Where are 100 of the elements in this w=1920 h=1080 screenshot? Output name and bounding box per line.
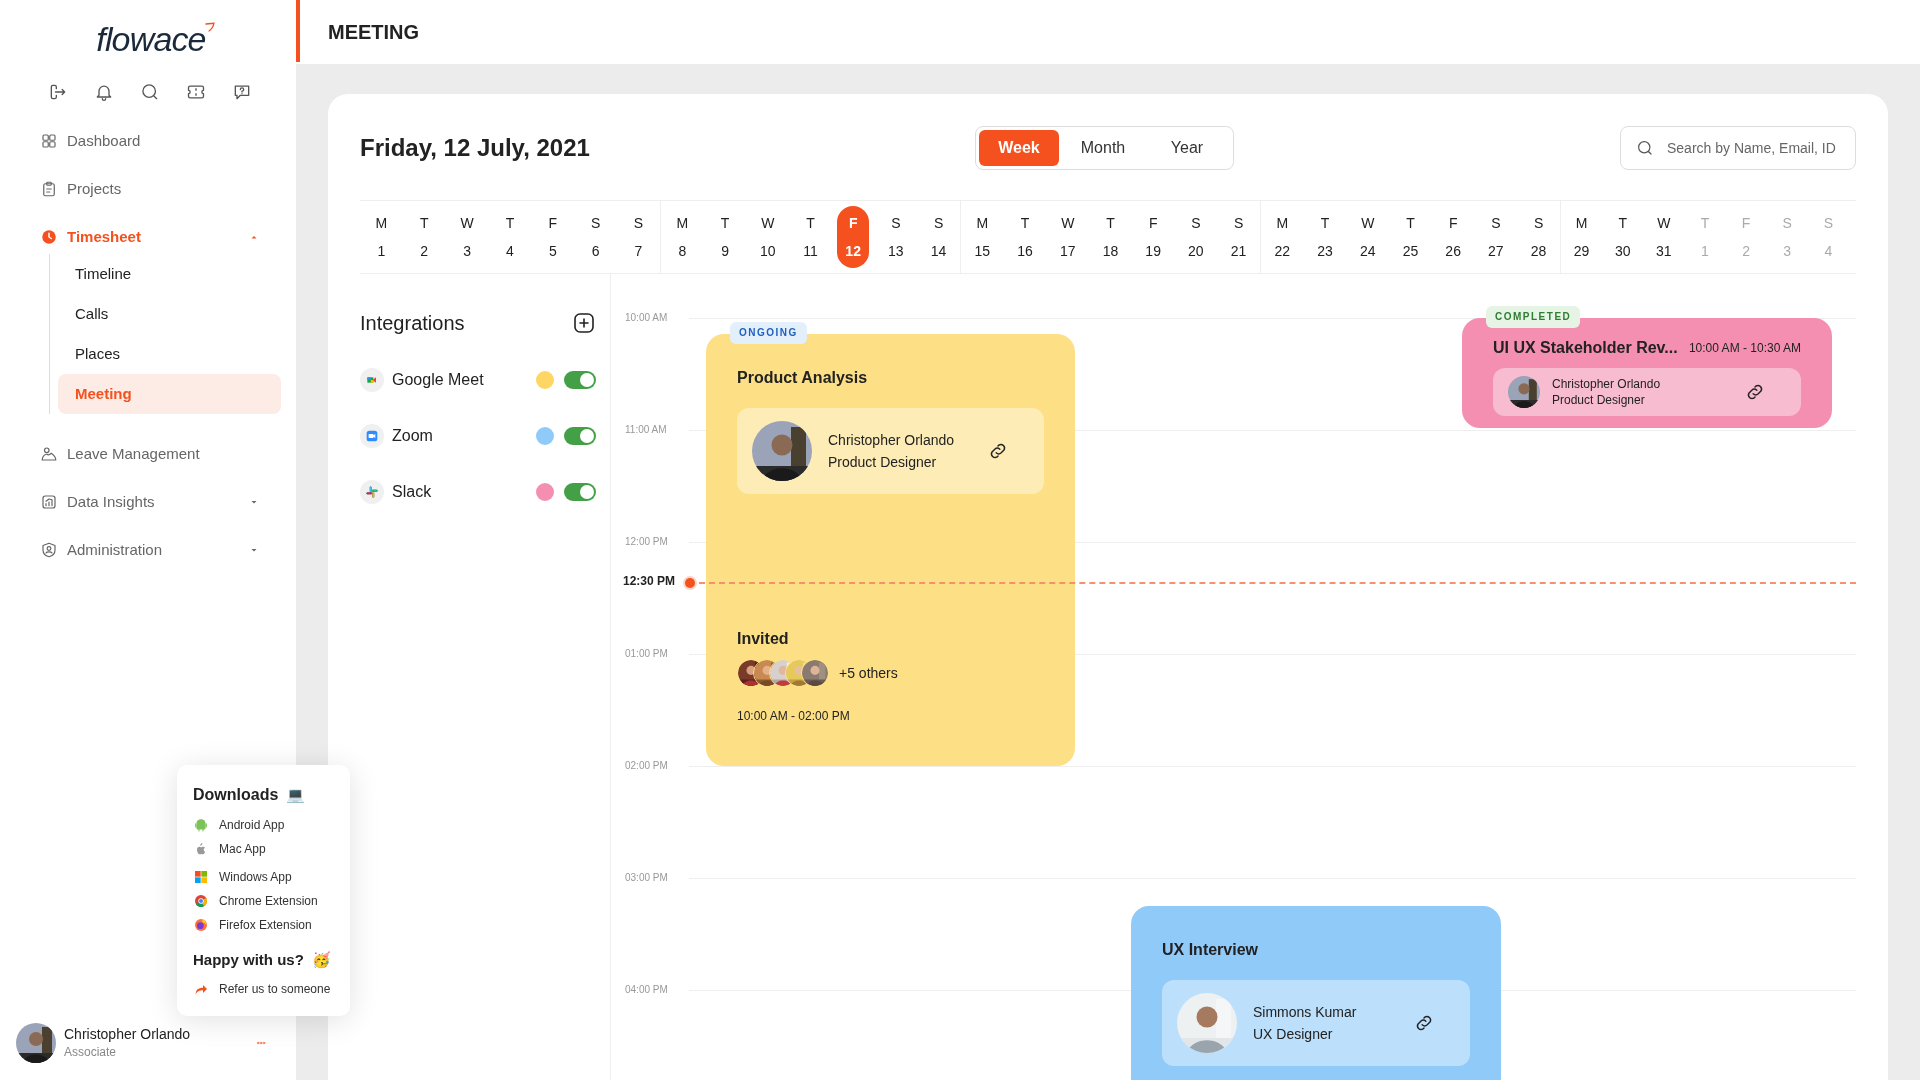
calendar-day[interactable]: T 16 bbox=[1009, 206, 1042, 268]
calendar-day[interactable]: S 13 bbox=[879, 206, 912, 268]
calendar-day[interactable]: M 8 bbox=[666, 206, 699, 268]
event-title: UX Interview bbox=[1162, 940, 1259, 960]
android-icon bbox=[193, 817, 209, 833]
download-link[interactable]: Windows App bbox=[193, 865, 334, 889]
calendar-day[interactable]: T 9 bbox=[709, 206, 742, 268]
calendar-day[interactable]: T 18 bbox=[1094, 206, 1127, 268]
nav-icon bbox=[40, 228, 58, 246]
nav-icon bbox=[40, 180, 58, 198]
person-name: Simmons Kumar bbox=[1253, 1003, 1357, 1022]
party-emoji: 🥳 bbox=[311, 950, 331, 970]
refer-link[interactable]: Refer us to someone bbox=[193, 975, 334, 1002]
chrome-icon bbox=[193, 893, 209, 909]
sidebar-item[interactable]: Projects bbox=[0, 165, 296, 213]
calendar-day[interactable]: S 27 bbox=[1479, 206, 1512, 268]
logout-icon[interactable] bbox=[48, 82, 68, 102]
add-icon[interactable] bbox=[572, 311, 596, 335]
invited-title: Invited bbox=[737, 629, 790, 649]
status-badge: COMPLETED bbox=[1486, 306, 1581, 328]
calendar-day[interactable]: S 7 bbox=[622, 206, 655, 268]
view-tab[interactable]: Month bbox=[1063, 130, 1143, 166]
current-time-label: 12:30 PM bbox=[623, 575, 676, 587]
event-time: 10:00 AM - 02:00 PM bbox=[737, 708, 851, 725]
windows-icon bbox=[193, 869, 209, 885]
calendar-day[interactable]: T 11 bbox=[794, 206, 827, 268]
calendar-day[interactable]: S 6 bbox=[579, 206, 612, 268]
sidebar-subitem[interactable]: Places bbox=[58, 334, 281, 374]
popup-title: Downloads bbox=[193, 785, 279, 805]
event-title: Product Analysis bbox=[737, 368, 868, 388]
calendar-day[interactable]: S 21 bbox=[1222, 206, 1255, 268]
integration-name: Zoom bbox=[392, 426, 433, 446]
person-name: Christopher Orlando bbox=[1552, 376, 1661, 392]
popup-title: Happy with us? bbox=[193, 950, 304, 970]
download-link[interactable]: Android App bbox=[193, 813, 334, 837]
time-label: 12:00 PM bbox=[625, 537, 668, 547]
calendar-day[interactable]: W 3 bbox=[451, 206, 484, 268]
calendar-day[interactable]: F 19 bbox=[1137, 206, 1170, 268]
nav-icon bbox=[40, 541, 58, 559]
calendar-day[interactable]: M 22 bbox=[1266, 206, 1299, 268]
sidebar-item[interactable]: Dashboard bbox=[0, 117, 296, 165]
calendar-day[interactable]: W 24 bbox=[1351, 206, 1384, 268]
calendar-day[interactable]: T 4 bbox=[493, 206, 526, 268]
view-tab[interactable]: Year bbox=[1147, 130, 1227, 166]
person-role: Product Designer bbox=[1552, 392, 1646, 408]
sidebar-item[interactable]: Data Insights bbox=[0, 478, 296, 526]
event-time: 10:00 AM - 10:30 AM bbox=[1688, 340, 1801, 357]
section-title: Integrations bbox=[360, 311, 465, 336]
calendar-day[interactable]: M 1 bbox=[365, 206, 398, 268]
toggle-switch[interactable] bbox=[564, 483, 596, 501]
event-title: UI UX Stakeholder Rev... bbox=[1493, 338, 1678, 358]
calendar-day[interactable]: T 2 bbox=[408, 206, 441, 268]
time-label: 11:00 AM bbox=[625, 425, 667, 435]
calendar-day[interactable]: W 17 bbox=[1051, 206, 1084, 268]
time-label: 01:00 PM bbox=[625, 649, 668, 659]
logo: flowace bbox=[96, 18, 206, 60]
download-link[interactable]: Chrome Extension bbox=[193, 889, 334, 913]
accent-bar bbox=[296, 0, 300, 62]
download-link[interactable]: Mac App bbox=[193, 837, 334, 861]
logo-swoosh-icon bbox=[203, 20, 216, 34]
event-card[interactable]: UX Interview Simmons Kumar UX Designer bbox=[1131, 906, 1501, 1080]
download-link[interactable]: Firefox Extension bbox=[193, 913, 334, 937]
laptop-emoji: 💻 bbox=[286, 784, 306, 805]
integration-name: Slack bbox=[392, 482, 432, 502]
person-role: UX Designer bbox=[1253, 1025, 1334, 1044]
calendar-day[interactable]: M 29 bbox=[1565, 206, 1598, 268]
search-icon bbox=[1636, 139, 1654, 157]
time-label: 10:00 AM bbox=[625, 313, 668, 323]
toggle-switch[interactable] bbox=[564, 427, 596, 445]
invited-count: +5 others bbox=[839, 663, 898, 683]
calendar-day[interactable]: T 25 bbox=[1394, 206, 1427, 268]
page-title: MEETING bbox=[328, 20, 420, 45]
calendar-day[interactable]: W 31 bbox=[1647, 206, 1680, 268]
calendar-day[interactable]: M 15 bbox=[966, 206, 999, 268]
search-icon[interactable] bbox=[140, 82, 160, 102]
sidebar-subitem[interactable]: Calls bbox=[58, 294, 281, 334]
search-field[interactable]: Search by Name, Email, ID bbox=[1620, 126, 1856, 170]
sidebar-item[interactable]: Leave Management bbox=[0, 430, 296, 478]
status-badge: ONGOING bbox=[730, 322, 807, 344]
nav-icon bbox=[40, 445, 58, 463]
time-label: 03:00 PM bbox=[625, 873, 668, 883]
firefox-icon bbox=[193, 917, 209, 933]
time-label: 04:00 PM bbox=[625, 985, 668, 995]
date-title: Friday, 12 July, 2021 bbox=[360, 133, 590, 163]
calendar-day[interactable]: S 28 bbox=[1522, 206, 1555, 268]
time-label: 02:00 PM bbox=[625, 761, 668, 771]
calendar-day[interactable]: S 14 bbox=[922, 206, 955, 268]
user-role: Associate bbox=[64, 1045, 118, 1061]
calendar-day[interactable]: T 30 bbox=[1606, 206, 1639, 268]
user-name: Christopher Orlando bbox=[64, 1025, 191, 1044]
calendar-day[interactable]: F 5 bbox=[536, 206, 569, 268]
toggle-switch[interactable] bbox=[564, 371, 596, 389]
calendar-day[interactable]: S 20 bbox=[1179, 206, 1212, 268]
calendar-day[interactable]: W 10 bbox=[751, 206, 784, 268]
sidebar-item[interactable]: Administration bbox=[0, 526, 296, 574]
calendar-day[interactable]: T 23 bbox=[1309, 206, 1342, 268]
person-role: Product Designer bbox=[828, 453, 938, 472]
integration-name: Google Meet bbox=[392, 370, 484, 390]
nav-icon bbox=[40, 493, 58, 511]
calendar-day[interactable]: F 26 bbox=[1437, 206, 1470, 268]
